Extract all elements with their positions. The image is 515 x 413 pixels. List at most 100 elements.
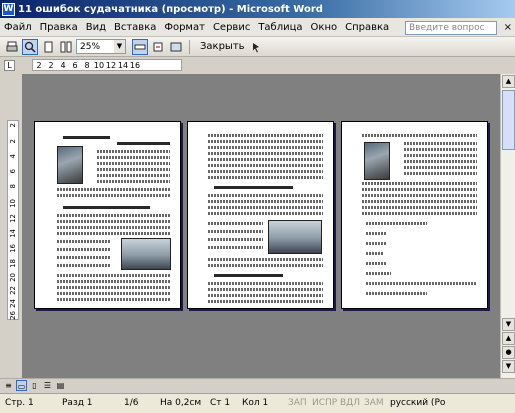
text-line (208, 294, 323, 297)
help-icon[interactable] (248, 39, 264, 55)
page-thumbnail-3[interactable] (341, 121, 488, 309)
chevron-down-icon[interactable]: ▼ (114, 40, 125, 53)
outline-view-icon[interactable]: ☰ (42, 380, 53, 391)
boat-photo (121, 238, 171, 270)
text-line (63, 136, 110, 139)
menu-help[interactable]: Справка (341, 22, 393, 33)
menu-view[interactable]: Вид (82, 22, 110, 33)
status-pages: 1/6 (124, 398, 139, 408)
view-ruler-icon[interactable] (132, 38, 148, 55)
page-thumbnail-1[interactable] (34, 121, 181, 309)
text-line (208, 164, 323, 167)
text-line (208, 146, 323, 149)
menu-tools[interactable]: Сервис (209, 22, 254, 33)
text-line (208, 134, 323, 137)
text-line (404, 166, 477, 169)
status-page: Стр. 1 (5, 398, 34, 408)
vruler-mark: 2 (9, 139, 17, 144)
select-browse-object-icon[interactable]: ● (502, 346, 515, 359)
text-line (404, 160, 477, 163)
text-line (97, 156, 170, 159)
text-line (57, 286, 170, 289)
vruler-mark: 22 (9, 286, 17, 295)
text-line (208, 238, 263, 241)
text-line (208, 282, 323, 285)
text-line (208, 264, 323, 267)
status-trk[interactable]: ИСПР (312, 398, 337, 408)
text-line (57, 298, 170, 301)
close-preview-button[interactable]: Закрыть (197, 40, 248, 53)
ruler-mark: 14 (117, 60, 129, 70)
vruler-mark: 26 (9, 311, 17, 320)
shrink-to-fit-icon[interactable] (150, 39, 166, 55)
vertical-scrollbar[interactable]: ▲ ▼ ▲ ● ▼ (500, 74, 515, 378)
web-layout-icon[interactable]: ▭ (16, 380, 27, 391)
text-line (208, 176, 323, 179)
status-line: Ст 1 (210, 398, 231, 408)
print-icon[interactable] (4, 39, 20, 55)
one-page-icon[interactable] (40, 39, 56, 55)
text-line (366, 282, 477, 285)
text-line (208, 140, 323, 143)
text-line (362, 134, 477, 137)
close-document-icon[interactable]: × (504, 22, 512, 33)
tab-selector[interactable]: L (4, 60, 15, 71)
text-line (97, 168, 170, 171)
view-buttons-bar: ≡ ▭ ▯ ☰ ▤ (0, 378, 515, 393)
print-layout-icon[interactable]: ▯ (29, 380, 40, 391)
vruler-mark: 2 (9, 123, 17, 128)
next-page-icon[interactable]: ▼ (502, 360, 515, 373)
text-line (214, 274, 283, 277)
menu-edit[interactable]: Правка (36, 22, 82, 33)
text-line (57, 264, 110, 267)
vruler-mark: 6 (9, 169, 17, 174)
vertical-ruler[interactable]: 2 2 4 6 8 10 12 14 16 18 20 22 24 26 (7, 120, 19, 320)
help-question-input[interactable]: Введите вопрос (405, 21, 497, 35)
text-line (57, 256, 110, 259)
text-line (366, 252, 383, 255)
vruler-mark: 16 (9, 244, 17, 253)
scroll-thumb[interactable] (502, 90, 515, 150)
page-thumbnail-2[interactable] (187, 121, 334, 309)
menu-table[interactable]: Таблица (254, 22, 306, 33)
menu-file[interactable]: Файл (0, 22, 36, 33)
menu-window[interactable]: Окно (307, 22, 342, 33)
scroll-up-icon[interactable]: ▲ (502, 75, 515, 88)
reading-layout-icon[interactable]: ▤ (55, 380, 66, 391)
zoom-value: 25% (80, 41, 101, 52)
full-screen-icon[interactable] (168, 39, 184, 55)
title-bar: W 11 ошибок судачатника (просмотр) - Mic… (0, 0, 515, 18)
print-preview-toolbar: 25% ▼ Закрыть (0, 37, 515, 57)
status-ext[interactable]: ВДЛ (340, 398, 360, 408)
zoom-select[interactable]: 25% ▼ (76, 39, 126, 54)
menu-format[interactable]: Формат (160, 22, 209, 33)
text-line (57, 240, 110, 243)
text-line (208, 212, 323, 215)
vruler-mark: 24 (9, 299, 17, 308)
status-ovr[interactable]: ЗАМ (364, 398, 384, 408)
text-line (366, 242, 387, 245)
horizontal-ruler[interactable]: 2 2 4 6 8 10 12 14 16 (32, 59, 182, 71)
menu-insert[interactable]: Вставка (110, 22, 160, 33)
text-line (208, 200, 323, 203)
normal-view-icon[interactable]: ≡ (3, 380, 14, 391)
text-line (366, 232, 387, 235)
word-app-icon[interactable]: W (2, 2, 15, 16)
multiple-pages-icon[interactable] (58, 39, 74, 55)
status-rec[interactable]: ЗАП (288, 398, 307, 408)
scroll-down-icon[interactable]: ▼ (502, 318, 515, 331)
text-line (97, 174, 170, 177)
ruler-mark: 10 (93, 60, 105, 70)
preview-workspace[interactable] (22, 74, 500, 378)
text-line (57, 280, 170, 283)
ruler-mark: 12 (105, 60, 117, 70)
magnifier-icon[interactable] (22, 38, 38, 55)
previous-page-icon[interactable]: ▲ (502, 332, 515, 345)
vruler-mark: 12 (9, 214, 17, 223)
text-line (208, 158, 323, 161)
fisherman-photo (364, 142, 390, 180)
text-line (404, 148, 477, 151)
text-line (366, 292, 427, 295)
text-line (362, 200, 477, 203)
ruler-mark: 6 (72, 60, 78, 70)
